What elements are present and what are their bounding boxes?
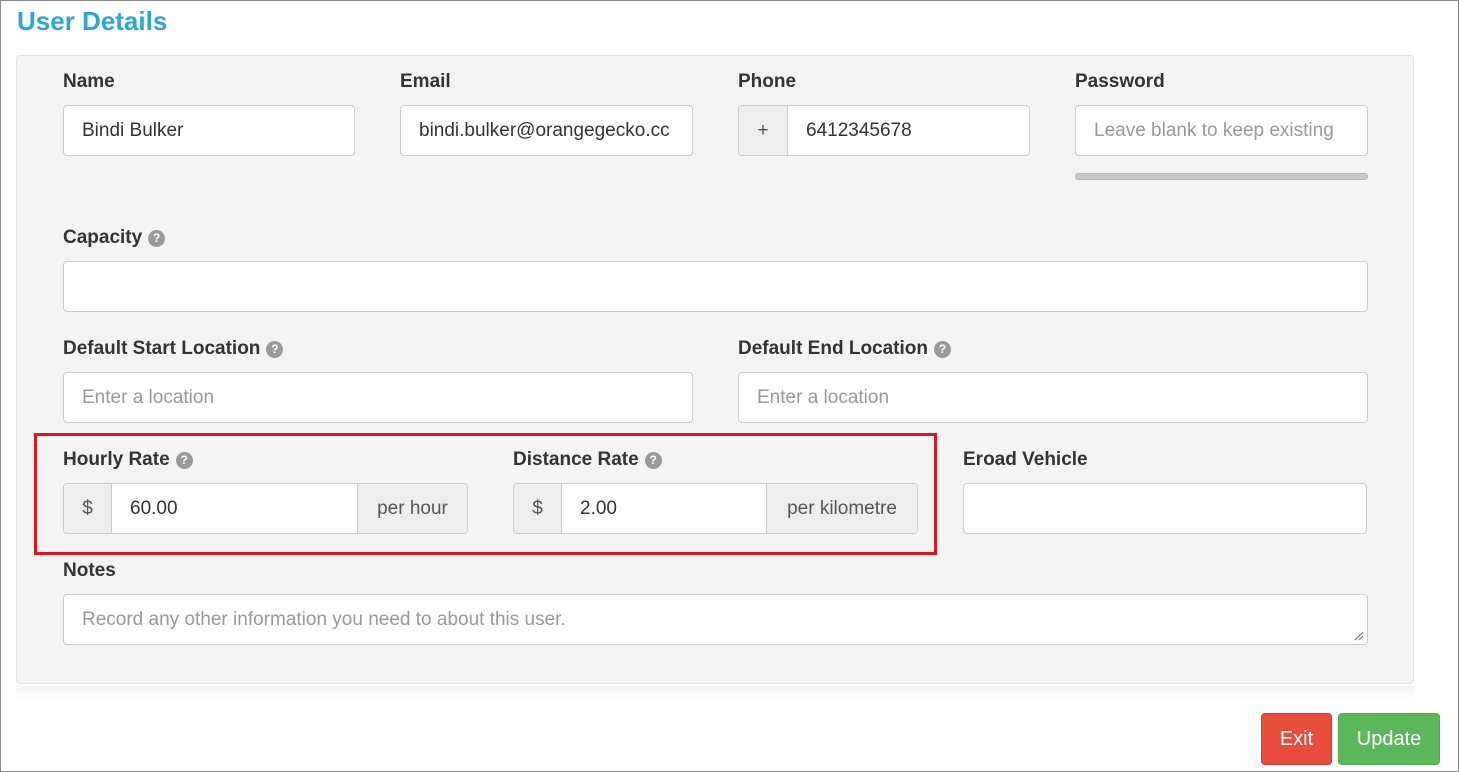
notes-textarea[interactable]: Record any other information you need to… xyxy=(63,594,1368,645)
rates-highlight-box xyxy=(34,433,937,555)
textarea-resize-icon[interactable] xyxy=(1354,631,1364,641)
eroad-vehicle-label: Eroad Vehicle xyxy=(963,449,1088,470)
update-button[interactable]: Update xyxy=(1338,713,1440,765)
phone-input-group: + 6412345678 xyxy=(738,105,1030,156)
password-input[interactable]: Leave blank to keep existing xyxy=(1075,105,1368,156)
panel-footer-shadow xyxy=(16,686,1414,700)
name-label: Name xyxy=(63,71,115,92)
question-circle-icon[interactable]: ? xyxy=(148,229,166,247)
question-circle-icon[interactable]: ? xyxy=(266,340,284,358)
page-title: User Details xyxy=(17,6,168,36)
email-label: Email xyxy=(400,71,451,92)
exit-button[interactable]: Exit xyxy=(1261,713,1332,765)
notes-label: Notes xyxy=(63,560,116,581)
eroad-vehicle-input[interactable] xyxy=(963,483,1367,534)
name-input[interactable]: Bindi Bulker xyxy=(63,105,355,156)
start-location-label: Default Start Location? xyxy=(63,338,284,360)
phone-prefix: + xyxy=(739,106,788,155)
end-location-input[interactable]: Enter a location xyxy=(738,372,1368,423)
email-input[interactable]: bindi.bulker@orangegecko.cc xyxy=(400,105,693,156)
password-label: Password xyxy=(1075,71,1165,92)
phone-label: Phone xyxy=(738,71,797,92)
question-circle-icon[interactable]: ? xyxy=(934,340,951,358)
phone-input[interactable]: 6412345678 xyxy=(788,106,1029,155)
end-location-label: Default End Location? xyxy=(738,338,951,360)
start-location-input[interactable]: Enter a location xyxy=(63,372,693,423)
capacity-label: Capacity? xyxy=(63,227,166,249)
password-strength-meter xyxy=(1075,173,1368,180)
capacity-input[interactable] xyxy=(63,261,1368,312)
